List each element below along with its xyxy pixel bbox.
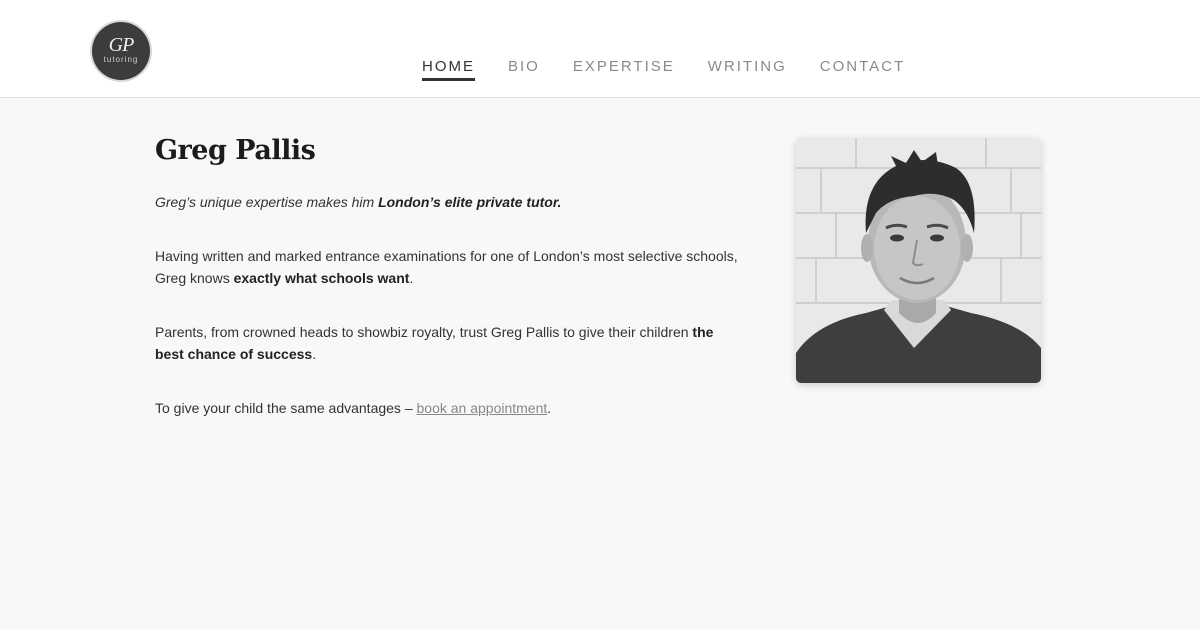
- book-appointment-link[interactable]: book an appointment: [417, 400, 548, 416]
- logo-monogram: GP: [108, 34, 135, 56]
- experience-emphasis: exactly what schools want: [233, 270, 410, 286]
- nav-item-home-label: HOME: [422, 58, 475, 81]
- nav-item-writing-label: WRITING: [707, 58, 787, 75]
- main-nav: HOME BIO EXPERTISE WRITING CONTACT: [405, 58, 921, 85]
- nav-item-expertise[interactable]: EXPERTISE: [556, 58, 691, 80]
- main-content: Greg Pallis Greg’s unique expertise make…: [155, 135, 745, 451]
- intro-paragraph: Greg’s unique expertise makes him London…: [155, 191, 745, 213]
- nav-item-home[interactable]: HOME: [405, 58, 491, 85]
- page-title: Greg Pallis: [155, 135, 316, 166]
- trust-end: .: [312, 346, 317, 362]
- portrait-illustration: [796, 138, 1041, 383]
- cta-paragraph: To give your child the same advantages –…: [155, 397, 745, 419]
- trust-text: Parents, from crowned heads to showbiz r…: [155, 324, 693, 340]
- nav-item-contact[interactable]: CONTACT: [803, 58, 921, 80]
- experience-end: .: [409, 270, 414, 286]
- intro-text: Greg’s unique expertise makes him: [155, 194, 379, 210]
- nav-item-writing[interactable]: WRITING: [691, 58, 803, 80]
- experience-paragraph: Having written and marked entrance exami…: [155, 245, 745, 289]
- logo-wordmark: tutoring: [103, 55, 139, 64]
- site-logo[interactable]: GP tutoring: [92, 22, 150, 80]
- intro-emphasis: London’s elite private tutor.: [378, 194, 562, 210]
- site-header: GP tutoring HOME BIO EXPERTISE WRITING C…: [0, 0, 1200, 98]
- cta-end: .: [547, 400, 552, 416]
- nav-item-bio-label: BIO: [508, 58, 540, 75]
- nav-item-expertise-label: EXPERTISE: [572, 58, 675, 75]
- nav-item-contact-label: CONTACT: [819, 58, 906, 75]
- nav-item-bio[interactable]: BIO: [491, 58, 556, 80]
- portrait-photo: [796, 138, 1041, 383]
- cta-text: To give your child the same advantages –: [155, 400, 417, 416]
- trust-paragraph: Parents, from crowned heads to showbiz r…: [155, 321, 745, 365]
